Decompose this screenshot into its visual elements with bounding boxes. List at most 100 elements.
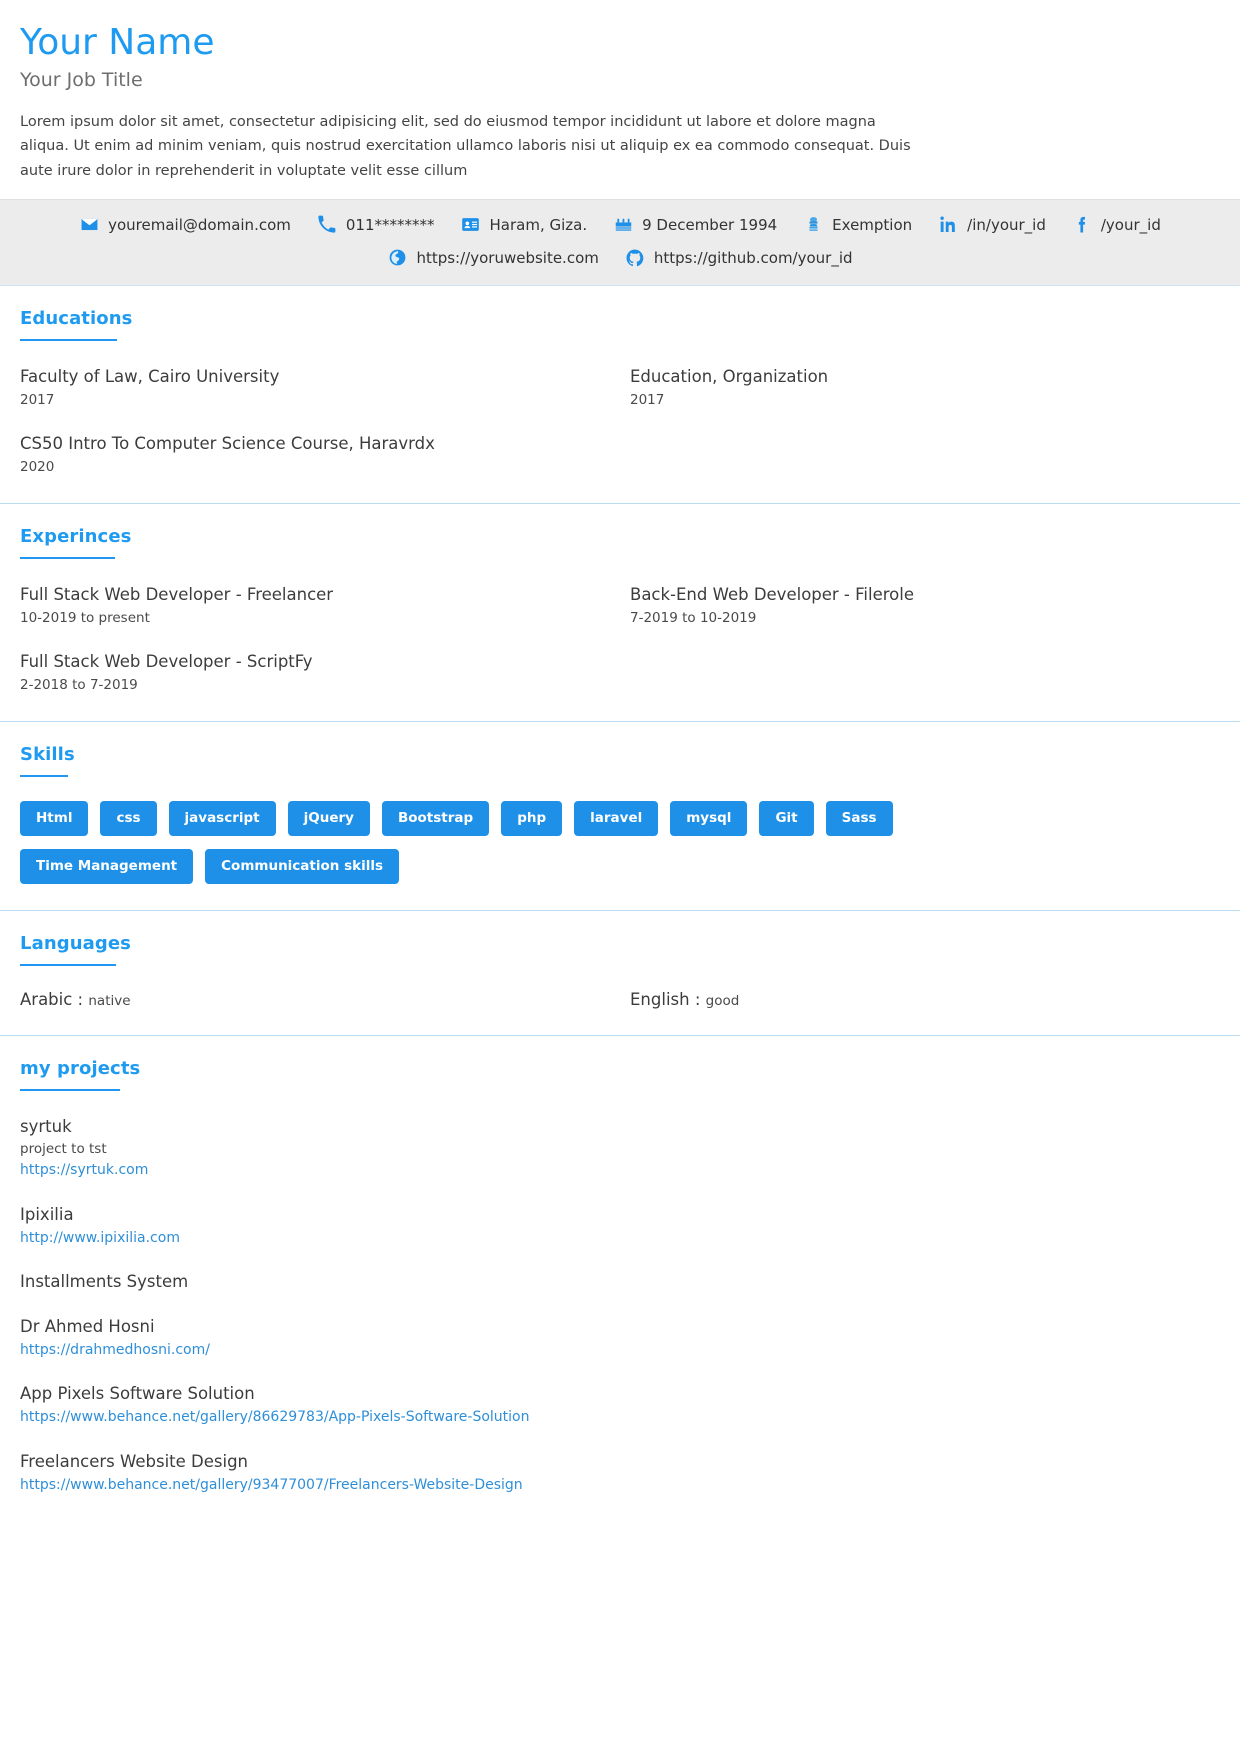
contact-bar: youremail@domain.com 011******** Haram, …	[0, 199, 1240, 286]
github-icon	[625, 248, 645, 268]
skill-badge: Communication skills	[205, 849, 399, 884]
education-title: Faculty of Law, Cairo University	[20, 365, 610, 389]
section-experiences: Experinces Full Stack Web Developer - Fr…	[0, 504, 1240, 722]
skill-badge: javascript	[169, 801, 276, 836]
language-name: Arabic :	[20, 990, 83, 1009]
contact-website[interactable]: https://yoruwebsite.com	[387, 247, 598, 269]
contact-military-status-text: Exemption	[832, 214, 912, 236]
skill-badge: mysql	[670, 801, 747, 836]
project-name: Installments System	[20, 1270, 1220, 1294]
contact-birthdate-text: 9 December 1994	[642, 214, 777, 236]
globe-icon	[387, 248, 407, 268]
section-title-languages: Languages	[20, 933, 131, 954]
project-item: App Pixels Software Solution https://www…	[20, 1382, 1220, 1428]
language-item: Arabic : native	[20, 990, 610, 1009]
experience-dates: 7-2019 to 10-2019	[630, 608, 1220, 628]
experience-title: Back-End Web Developer - Filerole	[630, 583, 1220, 607]
experience-title: Full Stack Web Developer - ScriptFy	[20, 650, 610, 674]
contact-github[interactable]: https://github.com/your_id	[625, 247, 853, 269]
section-skills: Skills Html css javascript jQuery Bootst…	[0, 722, 1240, 911]
section-title-projects: my projects	[20, 1058, 140, 1079]
languages-list: Arabic : native English : good	[20, 990, 1220, 1009]
contact-facebook[interactable]: /your_id	[1072, 214, 1161, 236]
contact-birthdate[interactable]: 9 December 1994	[613, 214, 777, 236]
educations-list: Faculty of Law, Cairo University 2017 Ed…	[20, 365, 1220, 477]
contact-row-primary: youremail@domain.com 011******** Haram, …	[20, 214, 1220, 236]
military-exemption-icon	[803, 215, 823, 235]
resume-header: Your Name Your Job Title Lorem ipsum dol…	[0, 0, 1240, 199]
language-level: native	[88, 993, 130, 1009]
contact-email-text: youremail@domain.com	[108, 214, 291, 236]
title-underline	[20, 964, 116, 966]
skill-badge: Sass	[826, 801, 893, 836]
section-projects: my projects syrtuk project to tst https:…	[0, 1036, 1240, 1522]
experience-dates: 2-2018 to 7-2019	[20, 675, 610, 695]
contact-email[interactable]: youremail@domain.com	[79, 214, 291, 236]
education-item: Education, Organization 2017	[630, 365, 1220, 410]
birthday-cake-icon	[613, 215, 633, 235]
skill-badge: Html	[20, 801, 88, 836]
education-title: Education, Organization	[630, 365, 1220, 389]
project-link[interactable]: https://www.behance.net/gallery/93477007…	[20, 1474, 523, 1496]
contact-phone[interactable]: 011********	[317, 214, 435, 236]
contact-facebook-text: /your_id	[1101, 214, 1161, 236]
job-title: Your Job Title	[20, 69, 1220, 92]
project-name: App Pixels Software Solution	[20, 1382, 1220, 1406]
education-item: CS50 Intro To Computer Science Course, H…	[20, 432, 610, 477]
education-year: 2020	[20, 457, 610, 477]
project-item: Ipixilia http://www.ipixilia.com	[20, 1203, 1220, 1249]
resume-page: Your Name Your Job Title Lorem ipsum dol…	[0, 0, 1240, 1755]
education-year: 2017	[630, 390, 1220, 410]
project-link[interactable]: https://www.behance.net/gallery/86629783…	[20, 1406, 530, 1428]
linkedin-icon	[938, 215, 958, 235]
experience-title: Full Stack Web Developer - Freelancer	[20, 583, 610, 607]
contact-linkedin[interactable]: /in/your_id	[938, 214, 1046, 236]
skill-badge: php	[501, 801, 562, 836]
contact-linkedin-text: /in/your_id	[967, 214, 1046, 236]
project-link[interactable]: https://drahmedhosni.com/	[20, 1339, 210, 1361]
facebook-icon	[1072, 215, 1092, 235]
section-title-educations: Educations	[20, 308, 132, 329]
section-languages: Languages Arabic : native English : good	[0, 911, 1240, 1036]
phone-icon	[317, 215, 337, 235]
project-name: syrtuk	[20, 1115, 1220, 1139]
contact-address-text: Haram, Giza.	[490, 214, 588, 236]
contact-military-status[interactable]: Exemption	[803, 214, 912, 236]
project-link[interactable]: http://www.ipixilia.com	[20, 1227, 180, 1249]
title-underline	[20, 339, 117, 341]
skill-badge: jQuery	[288, 801, 370, 836]
skill-badge: laravel	[574, 801, 658, 836]
section-title-skills: Skills	[20, 744, 75, 765]
language-name: English :	[630, 990, 700, 1009]
id-card-icon	[461, 215, 481, 235]
title-underline	[20, 557, 115, 559]
title-underline	[20, 1089, 120, 1091]
language-level: good	[706, 993, 740, 1009]
summary-text: Lorem ipsum dolor sit amet, consectetur …	[20, 110, 920, 183]
project-name: Freelancers Website Design	[20, 1450, 1220, 1474]
contact-row-secondary: https://yoruwebsite.com https://github.c…	[20, 247, 1220, 269]
contact-address[interactable]: Haram, Giza.	[461, 214, 588, 236]
project-item: Dr Ahmed Hosni https://drahmedhosni.com/	[20, 1315, 1220, 1361]
experience-dates: 10-2019 to present	[20, 608, 610, 628]
contact-website-text: https://yoruwebsite.com	[416, 247, 598, 269]
project-item: syrtuk project to tst https://syrtuk.com	[20, 1115, 1220, 1182]
education-title: CS50 Intro To Computer Science Course, H…	[20, 432, 610, 456]
education-item: Faculty of Law, Cairo University 2017	[20, 365, 610, 410]
language-item: English : good	[630, 990, 1220, 1009]
skill-badge: Git	[759, 801, 813, 836]
page-title: Your Name	[20, 22, 1220, 63]
projects-list: syrtuk project to tst https://syrtuk.com…	[20, 1115, 1220, 1496]
experience-item: Full Stack Web Developer - Freelancer 10…	[20, 583, 610, 628]
project-description: project to tst	[20, 1139, 1220, 1159]
project-link[interactable]: https://syrtuk.com	[20, 1159, 148, 1181]
experience-item: Full Stack Web Developer - ScriptFy 2-20…	[20, 650, 610, 695]
experience-item: Back-End Web Developer - Filerole 7-2019…	[630, 583, 1220, 628]
section-title-experiences: Experinces	[20, 526, 131, 547]
section-educations: Educations Faculty of Law, Cairo Univers…	[0, 286, 1240, 504]
skills-list: Html css javascript jQuery Bootstrap php…	[20, 801, 1020, 884]
title-underline	[20, 775, 68, 777]
skill-badge: Bootstrap	[382, 801, 489, 836]
email-icon	[79, 215, 99, 235]
experiences-list: Full Stack Web Developer - Freelancer 10…	[20, 583, 1220, 695]
